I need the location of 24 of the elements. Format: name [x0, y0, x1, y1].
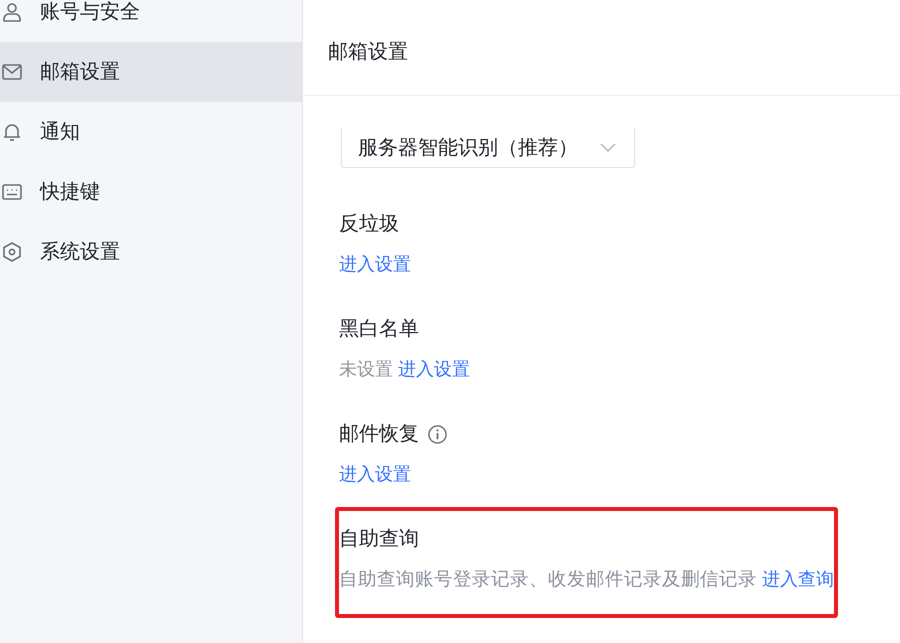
section-title: 黑白名单 [339, 317, 419, 342]
sidebar-item[interactable]: 快捷键 [0, 162, 302, 222]
settings-link[interactable]: 进入设置 [339, 250, 411, 278]
sidebar-item[interactable]: 系统设置 [0, 222, 302, 282]
sidebar-item[interactable]: 通知 [0, 102, 302, 162]
hexagon-icon [2, 242, 22, 262]
server-dropdown[interactable]: 服务器智能识别（推荐） [341, 128, 635, 168]
mail-icon [2, 62, 22, 82]
keyboard-icon [2, 182, 22, 202]
description-text: 自助查询账号登录记录、收发邮件记录及删信记录 [339, 567, 757, 591]
info-icon[interactable] [428, 424, 447, 444]
settings-link[interactable]: 进入设置 [398, 355, 470, 383]
section-title: 自助查询 [339, 527, 419, 552]
bell-icon [2, 122, 22, 142]
settings-link[interactable]: 进入查询 [762, 565, 834, 593]
person-icon [2, 2, 22, 22]
page-title: 邮箱设置 [328, 40, 408, 65]
sidebar-item[interactable]: 邮箱设置 [0, 42, 302, 102]
settings-link[interactable]: 进入设置 [339, 460, 411, 488]
section-title: 反垃圾 [339, 212, 399, 237]
section-title: 邮件恢复 [339, 422, 419, 447]
status-text: 未设置 [339, 358, 393, 381]
sidebar-item[interactable]: 账号与安全 [0, 0, 302, 42]
chevron-down-icon [600, 143, 616, 152]
